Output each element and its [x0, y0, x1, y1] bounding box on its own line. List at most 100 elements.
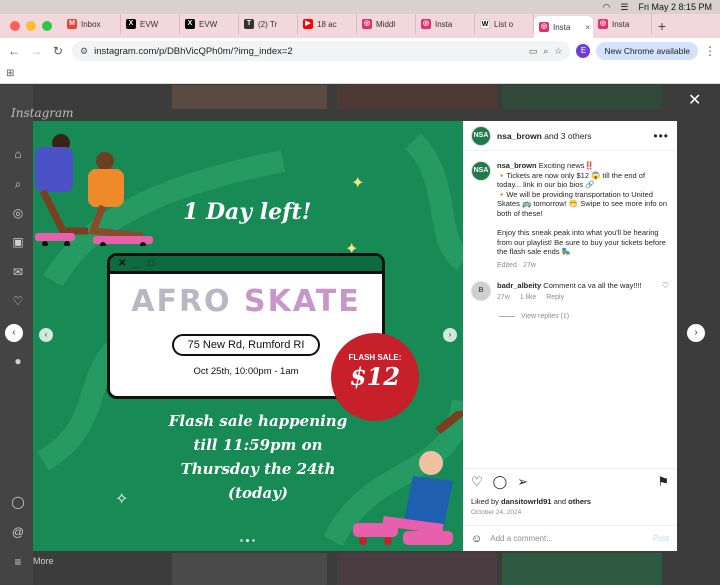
- carousel-dot: [240, 539, 243, 542]
- control-center-icon[interactable]: ☰: [620, 2, 628, 13]
- author-avatar[interactable]: NSA: [471, 125, 491, 146]
- liked-by-user[interactable]: dansitowrld91: [501, 497, 551, 506]
- browser-tab[interactable]: ◎ Insta: [416, 14, 475, 34]
- commenter-username[interactable]: badr_albeity: [497, 281, 541, 290]
- more-menu-icon[interactable]: ≡: [11, 555, 25, 569]
- liked-by-others[interactable]: others: [568, 497, 591, 506]
- browser-tab[interactable]: ◎ Insta ×: [534, 16, 593, 38]
- window-maximize-glyph-icon: □: [147, 258, 154, 269]
- image-previous-arrow-icon[interactable]: ‹: [39, 328, 53, 342]
- reload-icon[interactable]: ↻: [50, 44, 66, 58]
- more-label[interactable]: More: [33, 556, 54, 566]
- view-replies-label[interactable]: View replies (1): [521, 313, 569, 320]
- afro-skate-logo: AFRO SKATE: [110, 284, 382, 319]
- browser-tab[interactable]: W List o: [475, 14, 534, 34]
- tab-label: (2) Tr: [258, 19, 278, 29]
- zoom-icon[interactable]: ⌕: [543, 46, 548, 57]
- menubar-clock[interactable]: Fri May 2 8:15 PM: [638, 2, 712, 12]
- emoji-picker-icon[interactable]: ☺: [471, 533, 482, 545]
- grid-thumbnail[interactable]: [337, 85, 497, 109]
- caption-line: Enjoy this sneak peak into what you'll b…: [497, 228, 666, 257]
- poster-bottom-text: Flash sale happening till 11:59pm on Thu…: [168, 412, 348, 502]
- comment-text: Comment ca va all the way!!!!: [543, 280, 642, 290]
- profile-icon[interactable]: ●: [11, 354, 25, 368]
- view-replies-button[interactable]: View replies (1): [463, 303, 677, 320]
- explore-icon[interactable]: ◎: [11, 206, 25, 220]
- post-comment-button[interactable]: Post: [653, 534, 669, 543]
- co-authors[interactable]: and 3 others: [544, 131, 591, 141]
- reels-icon[interactable]: ▣: [11, 235, 25, 249]
- minimize-window-button[interactable]: [26, 21, 36, 31]
- grid-thumbnail[interactable]: [337, 553, 497, 585]
- threads-at-icon[interactable]: @: [11, 525, 25, 539]
- notifications-heart-icon[interactable]: ♡: [11, 294, 25, 308]
- messages-icon[interactable]: ✉: [11, 265, 25, 279]
- browser-toolbar: ← → ↻ ⚙ instagram.com/p/DBhVicQPh0m/?img…: [0, 38, 720, 64]
- caption-meta: Edited · 27w: [497, 261, 536, 269]
- commenter-avatar[interactable]: B: [471, 280, 491, 301]
- browser-tab[interactable]: T (2) Tr: [239, 14, 298, 34]
- tab-favicon-icon: ◎: [539, 22, 549, 32]
- address-bar[interactable]: ⚙ instagram.com/p/DBhVicQPh0m/?img_index…: [72, 41, 571, 61]
- site-info-icon[interactable]: ⚙: [80, 46, 88, 57]
- profile-avatar[interactable]: E: [576, 44, 591, 58]
- browser-tab[interactable]: X EVW: [121, 14, 180, 34]
- window-controls: [0, 21, 62, 31]
- grid-thumbnail[interactable]: [172, 85, 327, 109]
- bookmark-star-icon[interactable]: ☆: [554, 46, 562, 57]
- caption-line: 🔸Tickets are now only $12 😱 till the end…: [497, 170, 646, 190]
- tab-favicon-icon: ▶: [303, 19, 313, 29]
- grid-thumbnail[interactable]: [502, 553, 662, 585]
- next-post-arrow-icon[interactable]: ›: [687, 324, 705, 342]
- apps-grid-icon[interactable]: ⊞: [6, 68, 14, 79]
- tab-strip: M Inbox X EVW X EVW T (2) Tr ▶ 18 ac ◎ Middl ◎ Insta W…: [0, 14, 720, 38]
- post-side-panel: NSA nsa_brown and 3 others ••• NSA nsa_b…: [463, 121, 677, 551]
- comment-bubble-icon[interactable]: ◯: [493, 474, 508, 490]
- new-chrome-available-button[interactable]: New Chrome available: [596, 42, 698, 60]
- close-window-button[interactable]: [10, 21, 20, 31]
- add-comment-input[interactable]: Add a comment...: [490, 534, 553, 543]
- search-icon[interactable]: ⌕: [11, 177, 25, 191]
- post-image[interactable]: ✦ ✦ ✦ ✧ 1 Day left! ✕ _ □ AFRO SKATE 75 …: [33, 121, 463, 551]
- flash-sale-price: $12: [349, 362, 401, 391]
- previous-post-arrow-icon[interactable]: ‹: [5, 324, 23, 342]
- home-icon[interactable]: ⌂: [11, 147, 25, 161]
- author-username[interactable]: nsa_brown: [497, 131, 542, 141]
- comment-reply-button[interactable]: Reply: [546, 293, 564, 303]
- tab-favicon-icon: X: [185, 19, 195, 29]
- browser-tab[interactable]: ◎ Insta: [593, 14, 652, 34]
- wifi-icon[interactable]: ◠: [603, 2, 611, 13]
- image-next-arrow-icon[interactable]: ›: [443, 328, 457, 342]
- comment-body: badr_albeity Comment ca va all the way!!…: [497, 281, 656, 303]
- url-text[interactable]: instagram.com/p/DBhVicQPh0m/?img_index=2: [94, 46, 293, 57]
- tab-label: EVW: [199, 19, 218, 29]
- tab-favicon-icon: ◎: [362, 19, 372, 29]
- caption-author-avatar[interactable]: NSA: [471, 161, 491, 181]
- close-tab-icon[interactable]: ×: [585, 23, 590, 32]
- browser-tab[interactable]: M Inbox: [62, 14, 121, 34]
- comment-likes[interactable]: 1 like: [520, 293, 536, 303]
- threads-icon[interactable]: ◯: [11, 495, 25, 509]
- browser-tab[interactable]: ◎ Middl: [357, 14, 416, 34]
- save-bookmark-icon[interactable]: ⚑: [657, 474, 669, 490]
- instagram-logo[interactable]: Instagram: [11, 106, 74, 120]
- new-tab-button[interactable]: +: [652, 18, 672, 34]
- browser-tab[interactable]: X EVW: [180, 14, 239, 34]
- more-options-icon[interactable]: •••: [653, 129, 669, 143]
- comment-like-heart-icon[interactable]: ♡: [662, 281, 669, 303]
- tab-favicon-icon: W: [480, 19, 490, 29]
- forward-arrow-icon[interactable]: →: [28, 44, 44, 58]
- share-paper-plane-icon[interactable]: ➢: [517, 474, 528, 490]
- browser-tab[interactable]: ▶ 18 ac: [298, 14, 357, 34]
- grid-thumbnail[interactable]: [172, 553, 327, 585]
- close-icon[interactable]: ✕: [688, 90, 701, 110]
- like-heart-icon[interactable]: ♡: [471, 474, 483, 490]
- browser-menu-icon[interactable]: ⋮: [704, 44, 716, 58]
- grid-thumbnail[interactable]: [502, 85, 662, 109]
- cast-icon[interactable]: ▭: [529, 46, 538, 57]
- zoom-window-button[interactable]: [42, 21, 52, 31]
- caption-author[interactable]: nsa_brown: [497, 161, 537, 170]
- back-arrow-icon[interactable]: ←: [6, 44, 22, 58]
- tab-favicon-icon: X: [126, 19, 136, 29]
- caption-line: 🔸We will be providing transportation to …: [497, 189, 667, 218]
